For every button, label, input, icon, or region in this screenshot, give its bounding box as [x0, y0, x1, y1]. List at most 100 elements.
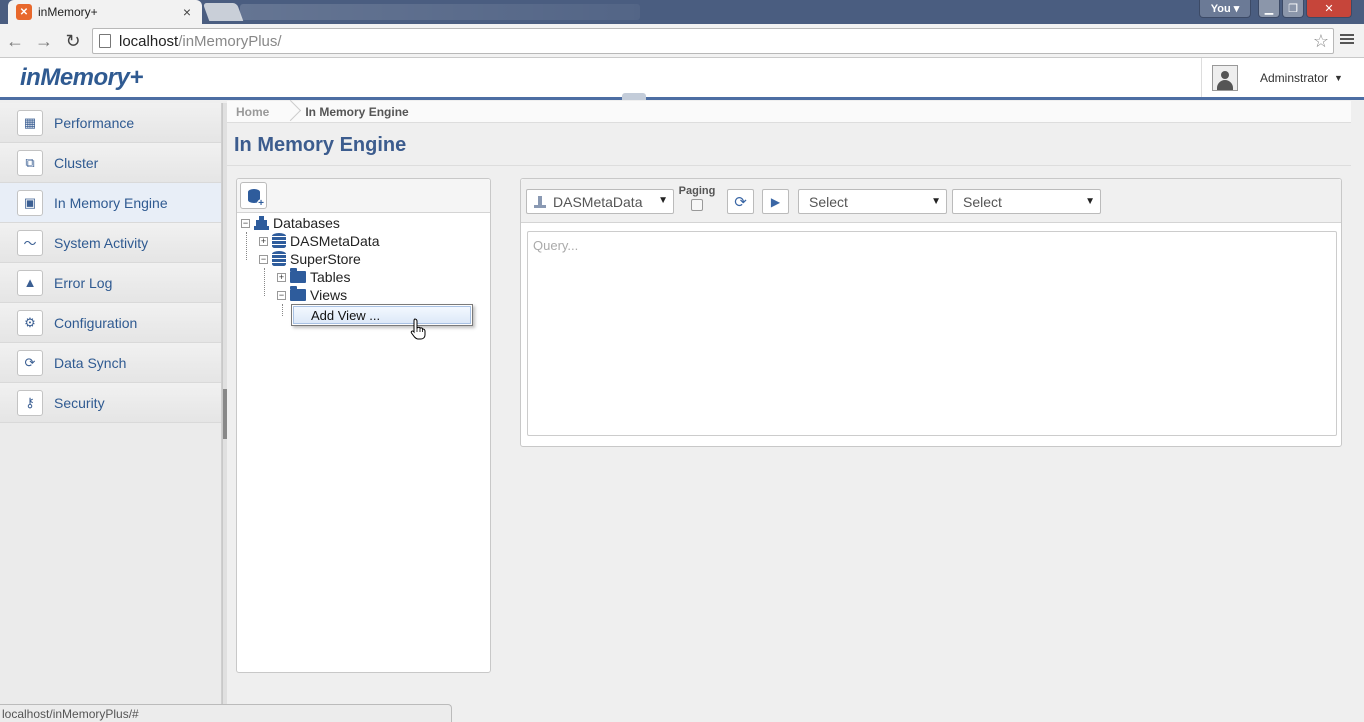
app-favicon-icon: ✕: [16, 4, 32, 20]
new-tab-button[interactable]: [202, 3, 244, 21]
collapse-icon[interactable]: −: [277, 290, 286, 300]
bookmark-star-icon[interactable]: ☆: [1313, 31, 1329, 52]
sync-icon: ⟳: [17, 349, 43, 376]
user-menu[interactable]: Adminstrator ▼: [1201, 58, 1364, 97]
tree-guide: [246, 232, 247, 260]
page-icon: [99, 34, 111, 48]
close-window-button[interactable]: ✕: [1306, 0, 1352, 18]
tree-node-tables[interactable]: + Tables: [277, 268, 350, 286]
reload-icon[interactable]: ↻: [62, 30, 84, 52]
browser-tab[interactable]: ✕ inMemory+ ×: [8, 0, 202, 24]
sidebar-item-label: Cluster: [54, 154, 99, 171]
refresh-button[interactable]: ⟳: [727, 189, 754, 214]
paging-label: Paging: [678, 185, 716, 197]
back-icon[interactable]: ←: [4, 30, 26, 52]
sidebar-item-label: Data Synch: [54, 354, 127, 371]
tree-node-label: SuperStore: [290, 251, 361, 267]
sidebar-item-configuration[interactable]: ⚙ Configuration: [0, 303, 221, 343]
run-query-button[interactable]: ▶: [762, 189, 789, 214]
activity-icon: 〜: [17, 229, 43, 256]
select-value: Select: [809, 193, 848, 210]
sidebar-resize-handle[interactable]: [222, 103, 227, 722]
folder-icon: [290, 286, 306, 301]
paging-toggle: Paging: [678, 185, 716, 211]
window-controls: ▁ ❐ ✕: [1258, 0, 1352, 18]
sidebar-item-label: Error Log: [54, 274, 113, 291]
sidebar-item-label: In Memory Engine: [54, 194, 168, 211]
sidebar-item-label: System Activity: [54, 234, 149, 251]
key-icon: ⚷: [17, 389, 43, 416]
restore-button[interactable]: ❐: [1282, 0, 1304, 18]
minimize-button[interactable]: ▁: [1258, 0, 1280, 18]
background-tabs: [240, 4, 640, 20]
url-input[interactable]: localhost/inMemoryPlus/ ☆: [92, 28, 1334, 54]
add-view-menu-item[interactable]: Add View ...: [293, 306, 471, 324]
database-select[interactable]: DASMetaData ▼: [526, 189, 674, 214]
breadcrumb-separator: [283, 101, 295, 123]
chevron-down-icon: ▼: [1334, 72, 1343, 83]
tree-node-label: Views: [310, 287, 348, 303]
query-toolbar: DASMetaData ▼ Paging ⟳ ▶ Select ▼ Select…: [521, 179, 1341, 223]
select-dropdown-1[interactable]: Select ▼: [798, 189, 947, 214]
breadcrumb-home[interactable]: Home: [227, 105, 283, 119]
url-path: /inMemoryPlus/: [178, 32, 282, 50]
database-add-icon: [247, 188, 266, 208]
paging-checkbox[interactable]: [691, 199, 703, 211]
page-title: In Memory Engine: [234, 134, 407, 156]
tree-node-label: Tables: [310, 269, 351, 285]
sidebar-item-label: Performance: [54, 114, 135, 131]
chevron-down-icon: ▼: [931, 196, 941, 207]
browser-tabstrip: ✕ inMemory+ × You ▾ ▁ ❐ ✕: [0, 0, 1364, 24]
query-panel: DASMetaData ▼ Paging ⟳ ▶ Select ▼ Select…: [520, 178, 1342, 447]
sidebar-item-label: Security: [54, 394, 105, 411]
tree-node-databases[interactable]: − Databases: [241, 214, 340, 232]
breadcrumb-current: In Memory Engine: [305, 104, 409, 119]
sidebar-item-data-synch[interactable]: ⟳ Data Synch: [0, 343, 221, 383]
profile-button[interactable]: You ▾: [1199, 0, 1251, 18]
tree-node-dasmetadata[interactable]: + DASMetaData: [259, 232, 379, 250]
tree-toolbar: [237, 179, 490, 213]
tree-node-superstore[interactable]: − SuperStore: [259, 250, 361, 268]
tab-title: inMemory+: [38, 5, 98, 19]
query-input[interactable]: [527, 231, 1337, 436]
database-tree-panel: − Databases + DASMetaData − SuperStore +…: [236, 178, 491, 673]
app-header: inMemory+ Adminstrator ▼: [0, 58, 1364, 100]
select-value: Select: [963, 193, 1002, 210]
expand-icon[interactable]: +: [277, 272, 286, 282]
forward-icon[interactable]: →: [33, 30, 55, 52]
sidebar-item-security[interactable]: ⚷ Security: [0, 383, 221, 423]
url-host: localhost: [119, 32, 179, 50]
collapse-icon[interactable]: −: [259, 254, 268, 264]
tree-node-label: Databases: [273, 215, 340, 231]
sidebar-item-label: Configuration: [54, 314, 138, 331]
browser-menu-icon[interactable]: [1340, 32, 1354, 46]
profile-label: You: [1210, 2, 1231, 15]
sidebar-item-system-activity[interactable]: 〜 System Activity: [0, 223, 221, 263]
user-name: Adminstrator: [1260, 70, 1329, 85]
collapse-icon[interactable]: −: [241, 218, 250, 228]
sidebar-item-error-log[interactable]: ▲ Error Log: [0, 263, 221, 303]
select-dropdown-2[interactable]: Select ▼: [952, 189, 1101, 214]
tree-node-views[interactable]: − Views: [277, 286, 347, 304]
sidebar-item-cluster[interactable]: ⧉ Cluster: [0, 143, 221, 183]
play-icon: ▶: [770, 194, 781, 209]
header-collapse-handle[interactable]: [622, 93, 646, 100]
folder-icon: [290, 268, 306, 283]
sidebar-item-performance[interactable]: ▦ Performance: [0, 103, 221, 143]
page-title-bar: In Memory Engine: [227, 124, 1351, 166]
expand-icon[interactable]: +: [259, 236, 268, 246]
database-icon: [272, 251, 286, 267]
chevron-down-icon: ▾: [1233, 3, 1240, 15]
warning-icon: ▲: [17, 269, 43, 296]
chevron-down-icon: ▼: [1085, 196, 1095, 207]
sidebar-item-in-memory-engine[interactable]: ▣ In Memory Engine: [0, 183, 221, 223]
tab-close-icon[interactable]: ×: [180, 4, 194, 20]
user-silhouette-icon: [1214, 68, 1236, 90]
avatar: [1212, 64, 1238, 91]
refresh-icon: ⟳: [734, 193, 747, 211]
performance-icon: ▦: [17, 109, 43, 136]
status-bar-url: localhost/inMemoryPlus/#: [0, 704, 452, 722]
hand-cursor-icon: [410, 318, 426, 340]
add-database-button[interactable]: [240, 182, 267, 209]
chevron-down-icon: ▼: [658, 195, 668, 206]
